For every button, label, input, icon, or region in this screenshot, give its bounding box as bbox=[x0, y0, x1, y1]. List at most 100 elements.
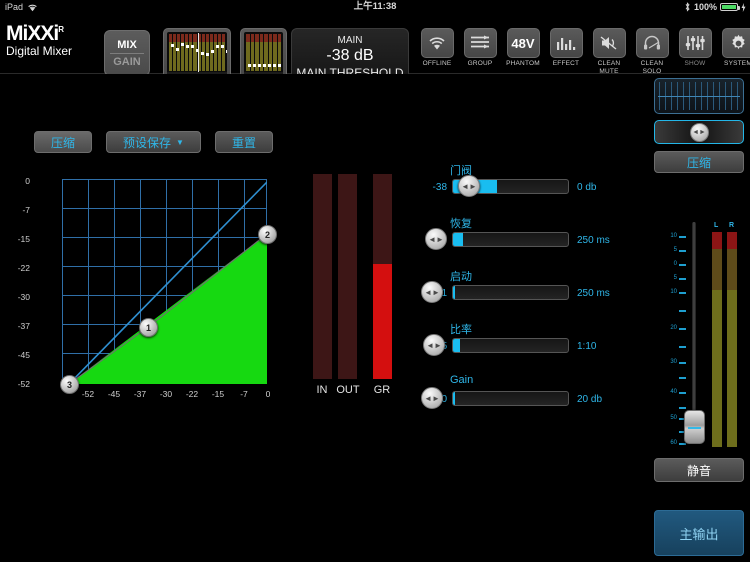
slider-track[interactable] bbox=[452, 338, 569, 353]
graph-node-1[interactable]: 1 bbox=[139, 318, 158, 337]
compress-label: 压缩 bbox=[51, 135, 76, 150]
wifi-icon bbox=[420, 28, 454, 58]
node-id: 3 bbox=[66, 379, 72, 390]
speaker-mute-icon bbox=[592, 28, 626, 58]
slider-label: 启动 bbox=[450, 271, 472, 283]
pan-control[interactable]: ◄► bbox=[654, 120, 744, 144]
meter-l bbox=[712, 232, 722, 447]
chevron-down-icon: ▼ bbox=[176, 137, 184, 147]
scale-number: 5 bbox=[673, 247, 677, 253]
group-lines-icon bbox=[463, 28, 497, 58]
y-tick-label: -15 bbox=[17, 234, 30, 244]
app-toolbar: MiXXiR Digital Mixer MIX GAIN MAIN -38 d… bbox=[0, 14, 750, 86]
compressor-curve-graph[interactable]: 0 -7 -15 -22 -30 -37 -45 -52 -52 -45 -37… bbox=[18, 169, 278, 409]
fader-zone: 10 5 0 5 10 20 30 40 50 60 L R bbox=[648, 222, 750, 452]
x-tick-label: -37 bbox=[133, 389, 147, 399]
channel-strip: ◄► 压缩 10 5 0 5 10 20 30 40 50 60 L R 静音 … bbox=[648, 74, 750, 562]
tool-label: OFFLINE bbox=[422, 60, 452, 67]
inputs-bars bbox=[169, 34, 226, 71]
y-tick-label: 0 bbox=[25, 176, 30, 186]
main-output-label: 主输出 bbox=[679, 526, 719, 542]
y-tick-label: -37 bbox=[17, 321, 30, 331]
x-tick-label: 0 bbox=[265, 389, 271, 399]
strip-compress-button[interactable]: 压缩 bbox=[654, 151, 744, 173]
slider-value-right: 250 ms bbox=[577, 288, 610, 299]
y-tick-label: -7 bbox=[22, 205, 30, 215]
preset-save-label: 预设保存 bbox=[123, 135, 172, 150]
main-display-value: -38 dB bbox=[326, 46, 374, 64]
slider-knob[interactable]: ◄► bbox=[458, 175, 480, 197]
slider-value-right: 0 db bbox=[577, 182, 597, 193]
x-tick-label: -30 bbox=[159, 389, 173, 399]
slider-ratio[interactable]: 比率 1:1.5 ◄► 1:10 bbox=[423, 321, 640, 374]
reset-label: 重置 bbox=[231, 135, 256, 150]
y-tick-label: -22 bbox=[17, 263, 30, 273]
meter-out bbox=[338, 174, 357, 379]
meter-r bbox=[727, 232, 737, 447]
slider-value-right: 1:10 bbox=[577, 341, 597, 352]
fader-scale: 10 5 0 5 10 20 30 40 50 60 bbox=[656, 222, 686, 447]
lr-meters: L R bbox=[712, 222, 746, 447]
preset-save-button[interactable]: 预设保存 ▼ bbox=[106, 131, 201, 153]
slider-knob[interactable]: ◄► bbox=[421, 387, 443, 409]
fader-handle[interactable] bbox=[684, 410, 705, 444]
slider-threshold[interactable]: 门阀 -38 ◄► 0 db bbox=[425, 162, 640, 215]
node-id: 2 bbox=[264, 229, 270, 240]
pan-knob[interactable]: ◄► bbox=[689, 122, 709, 142]
logo-subtitle: Digital Mixer bbox=[6, 44, 73, 58]
compressor-button-row: 压缩 预设保存 ▼ 重置 bbox=[34, 131, 273, 153]
charging-icon bbox=[741, 2, 746, 12]
slider-label: Gain bbox=[450, 374, 474, 386]
slider-value-right: 250 ms bbox=[577, 235, 610, 246]
x-tick-label: -22 bbox=[185, 389, 199, 399]
slider-knob[interactable]: ◄► bbox=[425, 228, 447, 250]
graph-node-2[interactable]: 2 bbox=[258, 225, 277, 244]
scale-number: 5 bbox=[673, 275, 677, 281]
fader-track[interactable] bbox=[692, 222, 696, 437]
main-body: 压缩 预设保存 ▼ 重置 0 -7 -15 -22 -30 -37 -45 -5… bbox=[0, 74, 750, 562]
slider-attack[interactable]: 启动 1 ◄► 250 ms bbox=[421, 268, 640, 321]
slider-release[interactable]: 恢复 20 ◄► 250 ms bbox=[425, 215, 640, 268]
tool-label: CLEAN bbox=[597, 60, 621, 67]
scale-number: 10 bbox=[670, 289, 677, 295]
meter-l-label: L bbox=[714, 222, 719, 229]
mute-button[interactable]: 静音 bbox=[654, 458, 744, 482]
compress-button[interactable]: 压缩 bbox=[34, 131, 93, 153]
y-tick-label: -52 bbox=[17, 379, 30, 389]
reset-button[interactable]: 重置 bbox=[214, 131, 273, 153]
main-output-button[interactable]: 主输出 bbox=[654, 510, 744, 556]
strip-compress-label: 压缩 bbox=[686, 155, 711, 170]
y-tick-label: -30 bbox=[17, 292, 30, 302]
mix-gain-toggle[interactable]: MIX GAIN bbox=[104, 30, 150, 76]
48v-icon: 48V bbox=[506, 28, 540, 58]
slider-track[interactable] bbox=[452, 285, 569, 300]
bluetooth-icon bbox=[684, 2, 691, 12]
slider-knob[interactable]: ◄► bbox=[421, 281, 443, 303]
phantom-voltage-text: 48V bbox=[511, 35, 535, 51]
slider-track[interactable] bbox=[452, 232, 569, 247]
clock: 上午11:38 bbox=[353, 1, 397, 12]
slider-gain[interactable]: Gain 0 ◄► 20 db bbox=[421, 374, 640, 427]
slider-knob[interactable]: ◄► bbox=[423, 334, 445, 356]
eq-display[interactable] bbox=[654, 78, 744, 114]
meter-gr bbox=[373, 174, 392, 379]
tool-label: SYSTEM bbox=[724, 60, 750, 67]
logo-registered: R bbox=[58, 25, 64, 34]
main-display-label: MAIN bbox=[337, 34, 363, 46]
app-logo: MiXXiR Digital Mixer bbox=[6, 20, 98, 58]
y-tick-label: -45 bbox=[17, 350, 30, 360]
logo-text: MiXXi bbox=[6, 22, 59, 45]
equalizer-bars-icon bbox=[549, 28, 583, 58]
slider-value-right: 20 db bbox=[577, 394, 603, 405]
scale-number: 30 bbox=[670, 359, 677, 365]
slider-track[interactable] bbox=[452, 391, 569, 406]
meter-r-label: R bbox=[729, 222, 735, 229]
inputs-playhead bbox=[198, 33, 199, 72]
slider-value-left: -38 bbox=[432, 182, 447, 193]
tool-label: GROUP bbox=[467, 60, 493, 67]
scale-number: 10 bbox=[670, 233, 677, 239]
status-right: 100% bbox=[684, 0, 746, 14]
x-tick-label: -7 bbox=[240, 389, 248, 399]
graph-curve bbox=[68, 181, 267, 384]
graph-node-3[interactable]: 3 bbox=[60, 375, 79, 394]
